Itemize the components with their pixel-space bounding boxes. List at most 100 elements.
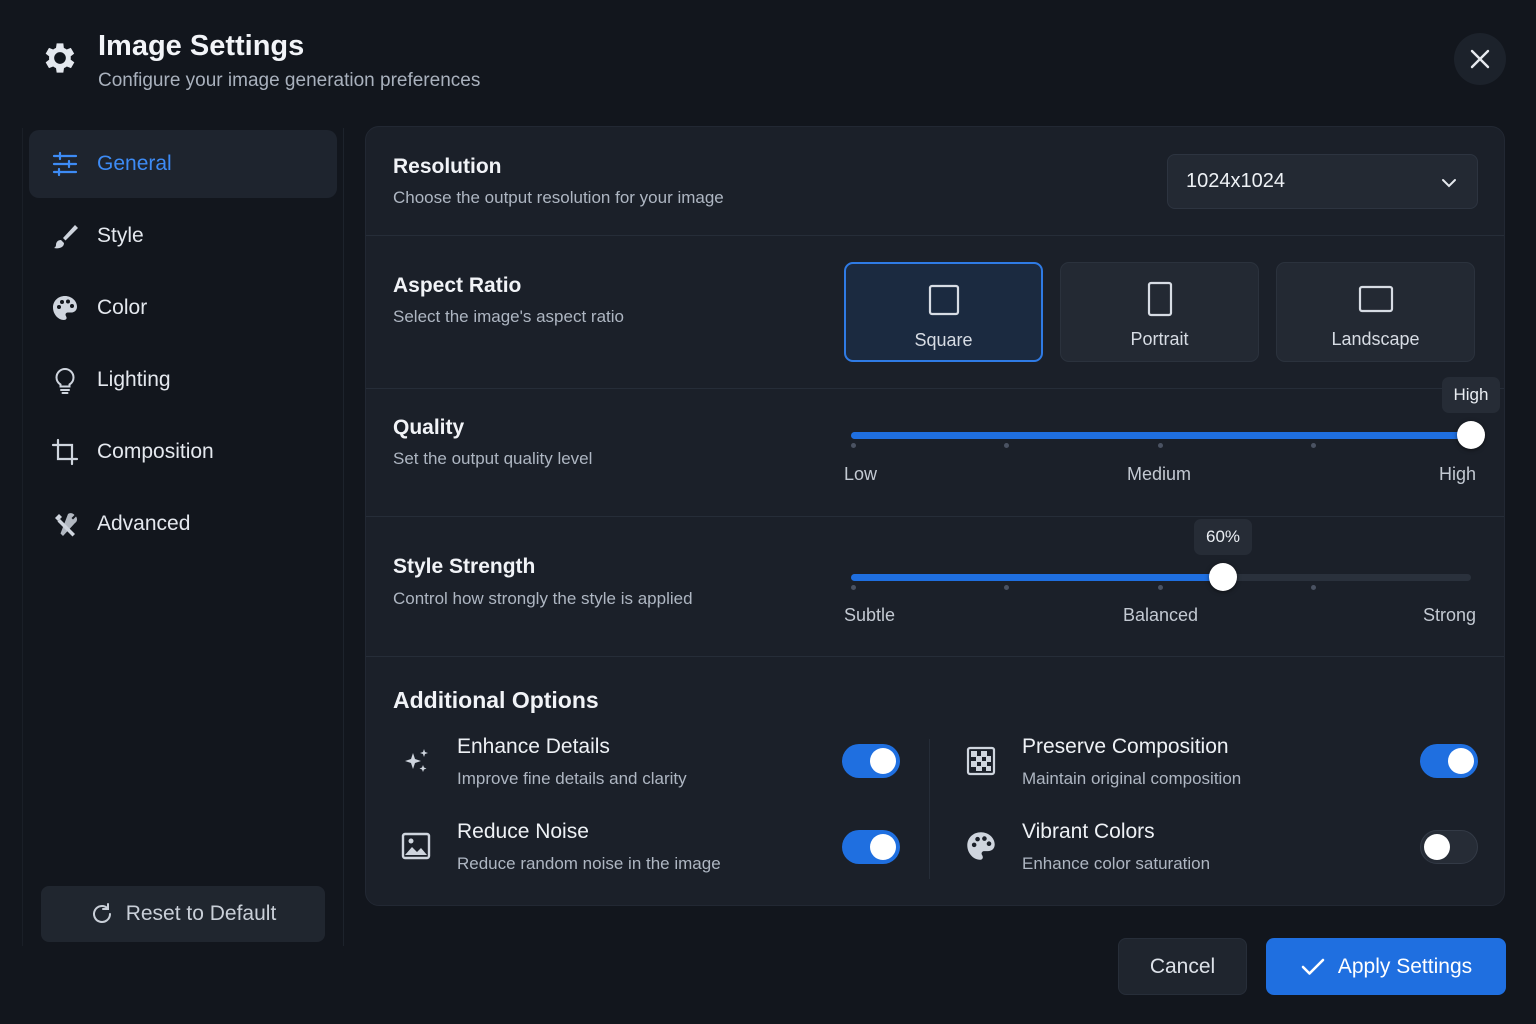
landscape-icon <box>1358 285 1393 313</box>
preserve-composition-description: Maintain original composition <box>1022 769 1242 788</box>
sidebar-item-label: General <box>97 152 172 175</box>
resolution-row: Resolution Choose the output resolution … <box>366 127 1504 236</box>
enhance-details-title: Enhance Details <box>457 735 610 758</box>
style-strength-title: Style Strength <box>393 555 536 578</box>
check-icon <box>1301 958 1325 975</box>
style-strength-slider-thumb[interactable] <box>1209 563 1237 591</box>
sidebar-item-label: Advanced <box>97 512 191 535</box>
sidebar-item-label: Style <box>97 224 144 247</box>
reset-button[interactable]: Reset to Default <box>41 886 325 942</box>
sparkles-icon <box>405 749 428 772</box>
style-label-subtle: Subtle <box>844 605 896 625</box>
close-button[interactable] <box>1454 33 1506 85</box>
palette-icon <box>967 832 995 860</box>
slider-tick <box>1311 443 1316 448</box>
image-icon <box>401 832 431 860</box>
quality-value-bubble: High <box>1441 377 1501 413</box>
sidebar-item-lighting[interactable]: Lighting <box>29 346 337 414</box>
quality-label-medium: Medium <box>1127 464 1192 484</box>
reduce-noise-description: Reduce random noise in the image <box>457 854 721 873</box>
style-label-strong: Strong <box>1423 605 1477 625</box>
tools-icon <box>55 513 78 537</box>
sidebar-item-general[interactable]: General <box>29 130 337 198</box>
cancel-button[interactable]: Cancel <box>1118 938 1247 995</box>
sidebar-item-label: Lighting <box>97 368 171 391</box>
sliders-icon <box>52 151 78 177</box>
chevron-down-icon <box>1442 179 1456 188</box>
divider <box>366 388 1504 389</box>
quality-title: Quality <box>393 416 465 439</box>
divider <box>366 656 1504 657</box>
refresh-icon <box>92 903 111 923</box>
slider-tick <box>1004 585 1009 590</box>
sidebar-item-label: Composition <box>97 440 214 463</box>
cancel-label: Cancel <box>1149 954 1216 978</box>
aspect-label: Square <box>914 330 973 350</box>
aspect-landscape-button[interactable]: Landscape <box>1276 262 1475 362</box>
lightbulb-icon <box>55 368 75 394</box>
slider-tick <box>851 443 856 448</box>
sidebar-item-advanced[interactable]: Advanced <box>29 490 337 558</box>
palette-icon <box>53 296 77 320</box>
toggle-knob <box>870 748 896 774</box>
brush-icon <box>54 225 78 249</box>
close-icon <box>1470 49 1490 69</box>
grid-icon <box>966 746 996 776</box>
aspect-label: Portrait <box>1130 329 1189 349</box>
style-label-balanced: Balanced <box>1123 605 1199 625</box>
enhance-details-toggle[interactable] <box>842 744 900 778</box>
slider-tick <box>851 585 856 590</box>
aspect-ratio-description: Select the image's aspect ratio <box>393 307 624 326</box>
quality-label-low: Low <box>844 464 878 484</box>
sidebar-item-style[interactable]: Style <box>29 202 337 270</box>
slider-tick <box>1311 585 1316 590</box>
style-strength-description: Control how strongly the style is applie… <box>393 589 693 608</box>
page-subtitle: Configure your image generation preferen… <box>98 70 481 91</box>
aspect-portrait-button[interactable]: Portrait <box>1060 262 1259 362</box>
page-title: Image Settings <box>98 30 305 62</box>
toggle-knob <box>1448 748 1474 774</box>
quality-slider-thumb[interactable] <box>1457 421 1485 449</box>
reduce-noise-toggle[interactable] <box>842 830 900 864</box>
vibrant-colors-toggle[interactable] <box>1420 830 1478 864</box>
aspect-label: Landscape <box>1331 329 1420 349</box>
sidebar-item-color[interactable]: Color <box>29 274 337 342</box>
apply-settings-button[interactable]: Apply Settings <box>1266 938 1506 995</box>
quality-slider-fill <box>851 432 1471 439</box>
sidebar-item-label: Color <box>97 296 148 319</box>
dialog-header: Image Settings Configure your image gene… <box>40 28 480 92</box>
aspect-square-button[interactable]: Square <box>844 262 1043 362</box>
toggle-knob <box>870 834 896 860</box>
additional-options-title: Additional Options <box>393 687 599 713</box>
vibrant-colors-title: Vibrant Colors <box>1022 820 1155 843</box>
resolution-description: Choose the output resolution for your im… <box>393 188 724 207</box>
reset-label: Reset to Default <box>125 902 277 925</box>
square-icon <box>928 284 959 316</box>
quality-label-high: High <box>1439 464 1477 484</box>
style-strength-slider-fill <box>851 574 1223 581</box>
aspect-ratio-title: Aspect Ratio <box>393 274 522 297</box>
preserve-composition-toggle[interactable] <box>1420 744 1478 778</box>
divider <box>366 516 1504 517</box>
resolution-value: 1024x1024 <box>1186 170 1285 192</box>
style-strength-value-bubble: 60% <box>1194 519 1253 555</box>
style-strength-slider[interactable]: 60% <box>851 519 1471 591</box>
portrait-icon <box>1147 281 1172 317</box>
quality-description: Set the output quality level <box>393 449 593 468</box>
crop-icon <box>51 438 79 466</box>
slider-tick <box>1158 585 1163 590</box>
sidebar: General Style Color Lighting Composition <box>22 128 344 946</box>
sidebar-item-composition[interactable]: Composition <box>29 418 337 486</box>
apply-label: Apply Settings <box>1337 954 1473 978</box>
reduce-noise-title: Reduce Noise <box>457 820 589 843</box>
gear-icon <box>45 43 75 73</box>
resolution-select[interactable]: 1024x1024 <box>1167 154 1478 209</box>
toggle-knob <box>1424 834 1450 860</box>
quality-slider[interactable]: High <box>851 377 1501 449</box>
slider-tick <box>1004 443 1009 448</box>
vibrant-colors-description: Enhance color saturation <box>1022 854 1211 873</box>
preserve-composition-title: Preserve Composition <box>1022 735 1229 758</box>
enhance-details-description: Improve fine details and clarity <box>457 769 687 788</box>
resolution-title: Resolution <box>393 155 502 178</box>
settings-panel: Resolution Choose the output resolution … <box>365 126 1505 906</box>
